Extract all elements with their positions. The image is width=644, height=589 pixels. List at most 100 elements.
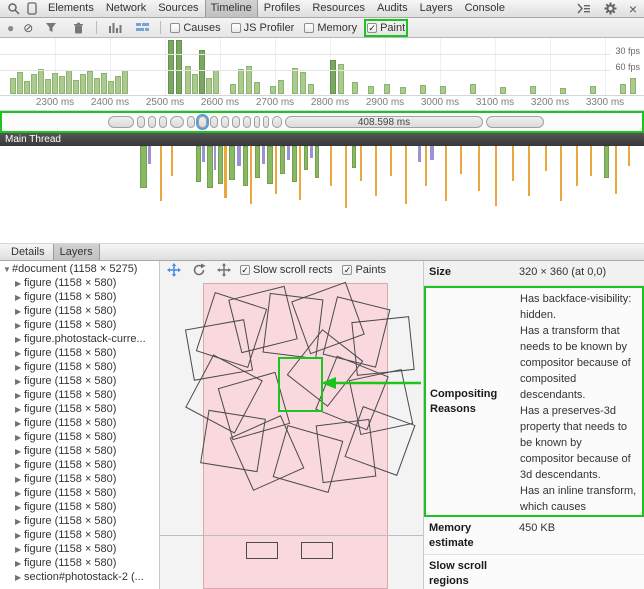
chevron-right-icon[interactable]: ▶ (15, 543, 24, 556)
settings-gear-icon[interactable] (602, 1, 620, 17)
frame-pill[interactable] (221, 116, 229, 128)
frame-pill[interactable] (254, 116, 260, 128)
checkbox-box[interactable] (304, 23, 314, 33)
chevron-right-icon[interactable]: ▶ (15, 487, 24, 500)
inspect-element-icon[interactable] (4, 1, 22, 17)
chevron-right-icon[interactable]: ▶ (15, 515, 24, 528)
layer-tree-item[interactable]: ▶figure (1158 × 580) (0, 276, 159, 290)
checkbox-paint[interactable]: ✓Paint (367, 22, 405, 34)
frames-view-icon[interactable] (133, 20, 151, 36)
frames-strip[interactable]: 408.598 ms (0, 111, 644, 133)
layer-tree-item[interactable]: ▶figure (1158 × 580) (0, 402, 159, 416)
chevron-right-icon[interactable]: ▶ (15, 291, 24, 304)
layer-rect[interactable] (246, 542, 278, 559)
bar-chart-icon[interactable] (106, 20, 124, 36)
move-mode-icon[interactable] (215, 262, 233, 278)
checkbox-box[interactable] (170, 23, 180, 33)
layer-tree-item[interactable]: ▶figure (1158 × 580) (0, 542, 159, 556)
layer-tree-item[interactable]: ▶figure (1158 × 580) (0, 486, 159, 500)
layer-tree-item[interactable]: ▶figure (1158 × 580) (0, 388, 159, 402)
drawer-toggle-icon[interactable] (575, 1, 593, 17)
chevron-right-icon[interactable]: ▶ (15, 305, 24, 318)
layer-tree-item[interactable]: ▶figure (1158 × 580) (0, 500, 159, 514)
layer-tree-item[interactable]: ▶figure (1158 × 580) (0, 514, 159, 528)
tab-elements[interactable]: Elements (42, 0, 100, 17)
tab-audits[interactable]: Audits (371, 0, 414, 17)
layer-tree-item[interactable]: ▶figure (1158 × 580) (0, 304, 159, 318)
frame-pill[interactable] (232, 116, 240, 128)
layer-tree-item[interactable]: ▶figure (1158 × 580) (0, 290, 159, 304)
chevron-right-icon[interactable]: ▶ (15, 431, 24, 444)
page-layer-rect[interactable] (203, 283, 388, 589)
chevron-right-icon[interactable]: ▶ (15, 277, 24, 290)
checkbox-slow-scroll-rects[interactable]: ✓Slow scroll rects (240, 264, 332, 276)
frame-pill[interactable] (108, 116, 134, 128)
checkbox-memory[interactable]: Memory (304, 22, 357, 34)
clear-button[interactable]: ⊘ (23, 22, 33, 34)
chevron-right-icon[interactable]: ▶ (15, 319, 24, 332)
layer-tree-item[interactable]: ▶figure.photostack-curre... (0, 332, 159, 346)
tab-profiles[interactable]: Profiles (258, 0, 307, 17)
main-thread-header[interactable]: Main Thread (0, 133, 644, 146)
layer-tree-item[interactable]: ▶figure (1158 × 580) (0, 458, 159, 472)
layer-tree-item[interactable]: ▶figure (1158 × 580) (0, 472, 159, 486)
checkbox-box[interactable] (231, 23, 241, 33)
frame-pill[interactable] (210, 116, 218, 128)
chevron-right-icon[interactable]: ▶ (15, 445, 24, 458)
tab-details[interactable]: Details (4, 244, 52, 260)
layer-tree-item[interactable]: ▼#document (1158 × 5275) (0, 262, 159, 276)
close-icon[interactable]: × (629, 3, 637, 15)
layer-tree[interactable]: ▼#document (1158 × 5275)▶figure (1158 × … (0, 261, 160, 589)
pan-mode-icon[interactable] (165, 262, 183, 278)
tab-layers[interactable]: Layers (414, 0, 459, 17)
layer-tree-item[interactable]: ▶figure (1158 × 580) (0, 360, 159, 374)
timeline-overview[interactable]: 30 fps60 fps (0, 38, 644, 96)
chevron-right-icon[interactable]: ▶ (15, 529, 24, 542)
frame-pill[interactable]: 408.598 ms (285, 116, 483, 128)
chevron-right-icon[interactable]: ▶ (15, 361, 24, 374)
layer-tree-item[interactable]: ▶section#photostack-2 (... (0, 570, 159, 584)
chevron-right-icon[interactable]: ▶ (15, 347, 24, 360)
tab-sources[interactable]: Sources (152, 0, 204, 17)
tab-console[interactable]: Console (459, 0, 511, 17)
chevron-right-icon[interactable]: ▶ (15, 333, 24, 346)
checkbox-box[interactable]: ✓ (342, 265, 352, 275)
chevron-right-icon[interactable]: ▶ (15, 557, 24, 570)
layer-canvas[interactable] (160, 279, 423, 589)
layer-tree-item[interactable]: ▶figure (1158 × 580) (0, 556, 159, 570)
frame-pill[interactable] (243, 116, 251, 128)
record-button[interactable]: ● (7, 22, 14, 34)
layer-tree-item[interactable]: ▶figure (1158 × 580) (0, 444, 159, 458)
checkbox-box[interactable]: ✓ (240, 265, 250, 275)
frame-pill-selected[interactable] (198, 116, 207, 128)
chevron-right-icon[interactable]: ▶ (15, 375, 24, 388)
selected-layer-rect[interactable] (278, 357, 323, 412)
layer-tree-item[interactable]: ▶figure (1158 × 580) (0, 346, 159, 360)
chevron-right-icon[interactable]: ▶ (15, 473, 24, 486)
frame-pill[interactable] (263, 116, 269, 128)
chevron-right-icon[interactable]: ▶ (15, 501, 24, 514)
chevron-right-icon[interactable]: ▶ (15, 389, 24, 402)
trash-icon[interactable] (69, 20, 87, 36)
tab-network[interactable]: Network (100, 0, 152, 17)
frame-pill[interactable] (159, 116, 167, 128)
chevron-right-icon[interactable]: ▶ (15, 571, 24, 584)
chevron-right-icon[interactable]: ▶ (15, 417, 24, 430)
chevron-right-icon[interactable]: ▶ (15, 403, 24, 416)
frame-pill[interactable] (170, 116, 184, 128)
chevron-right-icon[interactable]: ▶ (15, 459, 24, 472)
layer-tree-item[interactable]: ▶figure (1158 × 580) (0, 374, 159, 388)
checkbox-paints[interactable]: ✓Paints (342, 264, 386, 276)
chevron-down-icon[interactable]: ▼ (3, 263, 12, 276)
layer-tree-item[interactable]: ▶figure (1158 × 580) (0, 318, 159, 332)
layer-rect[interactable] (301, 542, 333, 559)
checkbox-causes[interactable]: Causes (170, 22, 220, 34)
tab-layers[interactable]: Layers (53, 244, 100, 260)
device-mode-icon[interactable] (23, 1, 41, 17)
layer-tree-item[interactable]: ▶figure (1158 × 580) (0, 416, 159, 430)
rotate-mode-icon[interactable] (190, 262, 208, 278)
frame-pill[interactable] (187, 116, 195, 128)
layer-tree-item[interactable]: ▶figure (1158 × 580) (0, 528, 159, 542)
frame-pill[interactable] (272, 116, 282, 128)
tab-resources[interactable]: Resources (306, 0, 371, 17)
